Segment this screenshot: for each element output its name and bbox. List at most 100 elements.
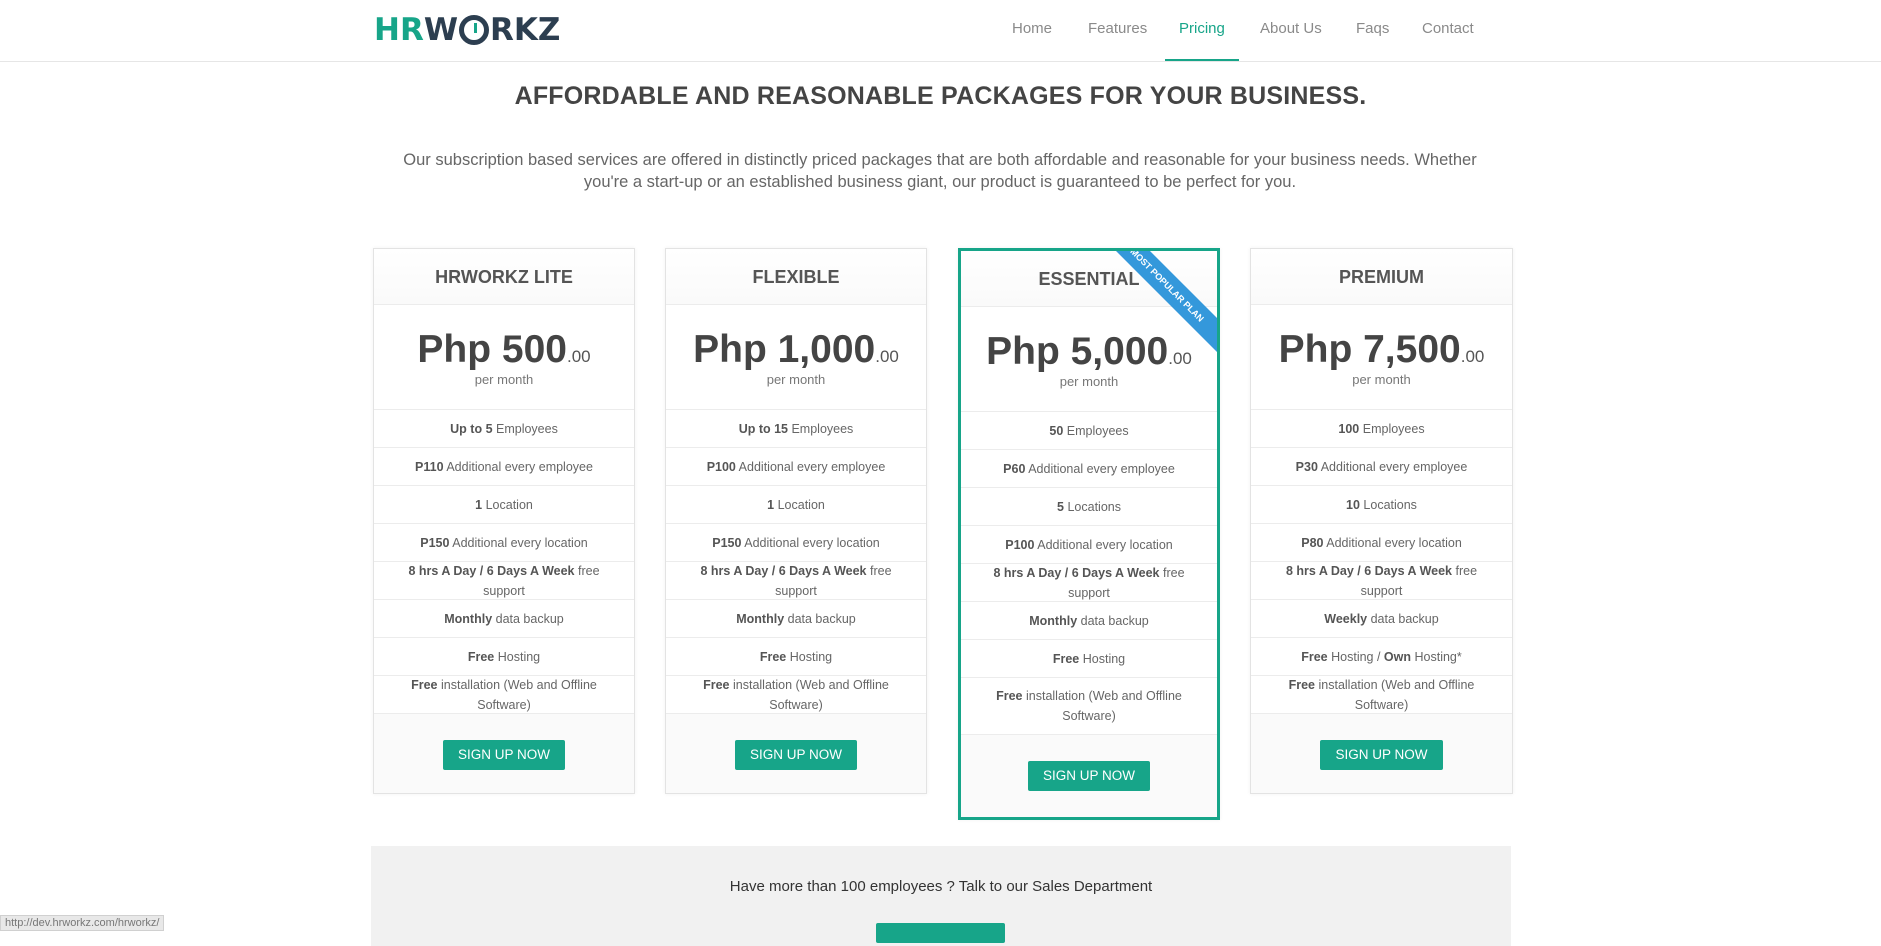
feature-text: 8 hrs A Day / 6 Days A Week free support [1265,561,1498,601]
price-cents: .00 [875,347,899,366]
feature-text: P100 Additional every location [1005,535,1172,555]
contact-sales-button[interactable] [876,923,1005,943]
feature-text: P150 Additional every location [712,533,879,553]
feature-detail: Locations [1359,497,1417,512]
feature-detail: Employees [1063,423,1129,438]
feature-highlight: Weekly [1324,611,1368,626]
feature-text: 100 Employees [1338,419,1424,439]
nav-home[interactable]: Home [1012,0,1052,61]
feature-highlight: Monthly [444,611,493,626]
feature-text: Free installation (Web and Offline Softw… [975,686,1203,726]
feature-row: Free installation (Web and Offline Softw… [666,676,926,714]
feature-detail: Hosting* [1411,649,1462,664]
price-main: Php 7,500 [1278,328,1461,371]
plan-title: PREMIUM [1251,249,1512,305]
feature-text: 10 Locations [1346,495,1417,515]
price-period: per month [474,372,534,387]
feature-highlight: Free [759,649,787,664]
feature-highlight: 50 [1049,423,1064,438]
feature-highlight: P80 [1301,535,1324,550]
feature-text: Monthly data backup [444,609,564,629]
feature-highlight: Monthly [736,611,785,626]
hrworkz-logo[interactable]: HR W RKZ [374,12,560,48]
feature-text: 5 Locations [1057,497,1121,517]
feature-highlight: Up to 5 [450,421,493,436]
feature-row: Weekly data backup [1251,600,1512,638]
feature-text: P80 Additional every location [1301,533,1462,553]
feature-detail: Hosting [786,649,833,664]
feature-detail: Location [774,497,825,512]
feature-highlight: Free [467,649,495,664]
nav-pricing[interactable]: Pricing [1165,0,1239,61]
sign-up-button-essential[interactable]: SIGN UP NOW [1027,761,1150,791]
feature-highlight: Free [703,677,730,692]
feature-detail: Additional every location [1323,535,1462,550]
plan-title: HRWORKZ LITE [374,249,634,305]
feature-detail: Hosting / [1327,649,1384,664]
main-nav: Home Features Pricing About Us Faqs Cont… [1000,0,1881,62]
feature-text: 1 Location [767,495,825,515]
feature-detail: Employees [1359,421,1425,436]
nav-contact[interactable]: Contact [1422,0,1474,61]
nav-faqs[interactable]: Faqs [1356,0,1389,61]
feature-text: 1 Location [475,495,533,515]
feature-highlight: Free [1301,649,1328,664]
feature-detail: Additional every location [741,535,880,550]
feature-list: 100 Employees P30 Additional every employ… [1251,410,1512,714]
intro-paragraph: Our subscription based services are offe… [403,151,1477,191]
feature-row: 8 hrs A Day / 6 Days A Week free support [1251,562,1512,600]
feature-row: Up to 5 Employees [374,410,634,448]
feature-row: Monthly data backup [666,600,926,638]
feature-detail: data backup [784,611,856,626]
feature-list: 50 Employees P60 Additional every employe… [961,412,1217,735]
feature-row: 10 Locations [1251,486,1512,524]
nav-about-us[interactable]: About Us [1260,0,1322,61]
feature-row: P110 Additional every employee [374,448,634,486]
feature-highlight: P110 [415,459,444,474]
feature-row: 8 hrs A Day / 6 Days A Week free support [374,562,634,600]
feature-highlight: Up to 15 [738,421,788,436]
feature-detail: data backup [492,611,564,626]
feature-highlight: Own [1383,649,1412,664]
price-main: Php 500 [417,328,567,371]
feature-detail: installation (Web and Offline Software) [1315,677,1475,712]
feature-row: P80 Additional every location [1251,524,1512,562]
feature-detail: Additional every employee [735,459,886,474]
price-amount: Php 1,000.00 [666,330,926,377]
feature-text: Free Hosting [760,647,832,667]
feature-detail: installation (Web and Offline Software) [729,677,889,712]
enterprise-band: Have more than 100 employees ? Talk to o… [371,846,1511,946]
feature-text: P100 Additional every employee [707,457,886,477]
sign-up-button-flexible[interactable]: SIGN UP NOW [734,740,857,770]
sign-up-button-lite[interactable]: SIGN UP NOW [442,740,565,770]
feature-text: Weekly data backup [1324,609,1438,629]
card-footer: SIGN UP NOW [666,714,926,793]
price-cents: .00 [1460,347,1485,366]
feature-row: Free Hosting [961,640,1217,678]
plan-title: FLEXIBLE [666,249,926,305]
feature-highlight: P100 [1005,537,1035,552]
feature-row: 1 Location [374,486,634,524]
feature-row: P100 Additional every location [961,526,1217,564]
most-popular-ribbon: MOST POPULAR PLAN [1097,251,1217,358]
sign-up-button-premium[interactable]: SIGN UP NOW [1320,740,1443,770]
feature-highlight: 8 hrs A Day / 6 Days A Week [993,565,1160,580]
nav-features[interactable]: Features [1088,0,1147,61]
feature-detail: data backup [1367,611,1439,626]
price-amount: Php 7,500.00 [1251,330,1512,377]
price-box: Php 500.00 per month [374,305,634,410]
feature-row: Free Hosting [666,638,926,676]
feature-text: Monthly data backup [736,609,856,629]
feature-row: P150 Additional every location [374,524,634,562]
feature-row: P60 Additional every employee [961,450,1217,488]
feature-detail: Additional every location [449,535,588,550]
feature-text: 50 Employees [1049,421,1128,441]
feature-row: 100 Employees [1251,410,1512,448]
feature-list: Up to 15 Employees P100 Additional every … [666,410,926,714]
feature-row: Free Hosting / Own Hosting* [1251,638,1512,676]
feature-highlight: 8 hrs A Day / 6 Days A Week [1285,563,1453,578]
feature-highlight: 100 [1338,421,1360,436]
card-footer: SIGN UP NOW [374,714,634,793]
site-header: HR W RKZ Home Features Pricing About Us Fa… [0,0,1881,62]
feature-text: 8 hrs A Day / 6 Days A Week free support [680,561,912,601]
